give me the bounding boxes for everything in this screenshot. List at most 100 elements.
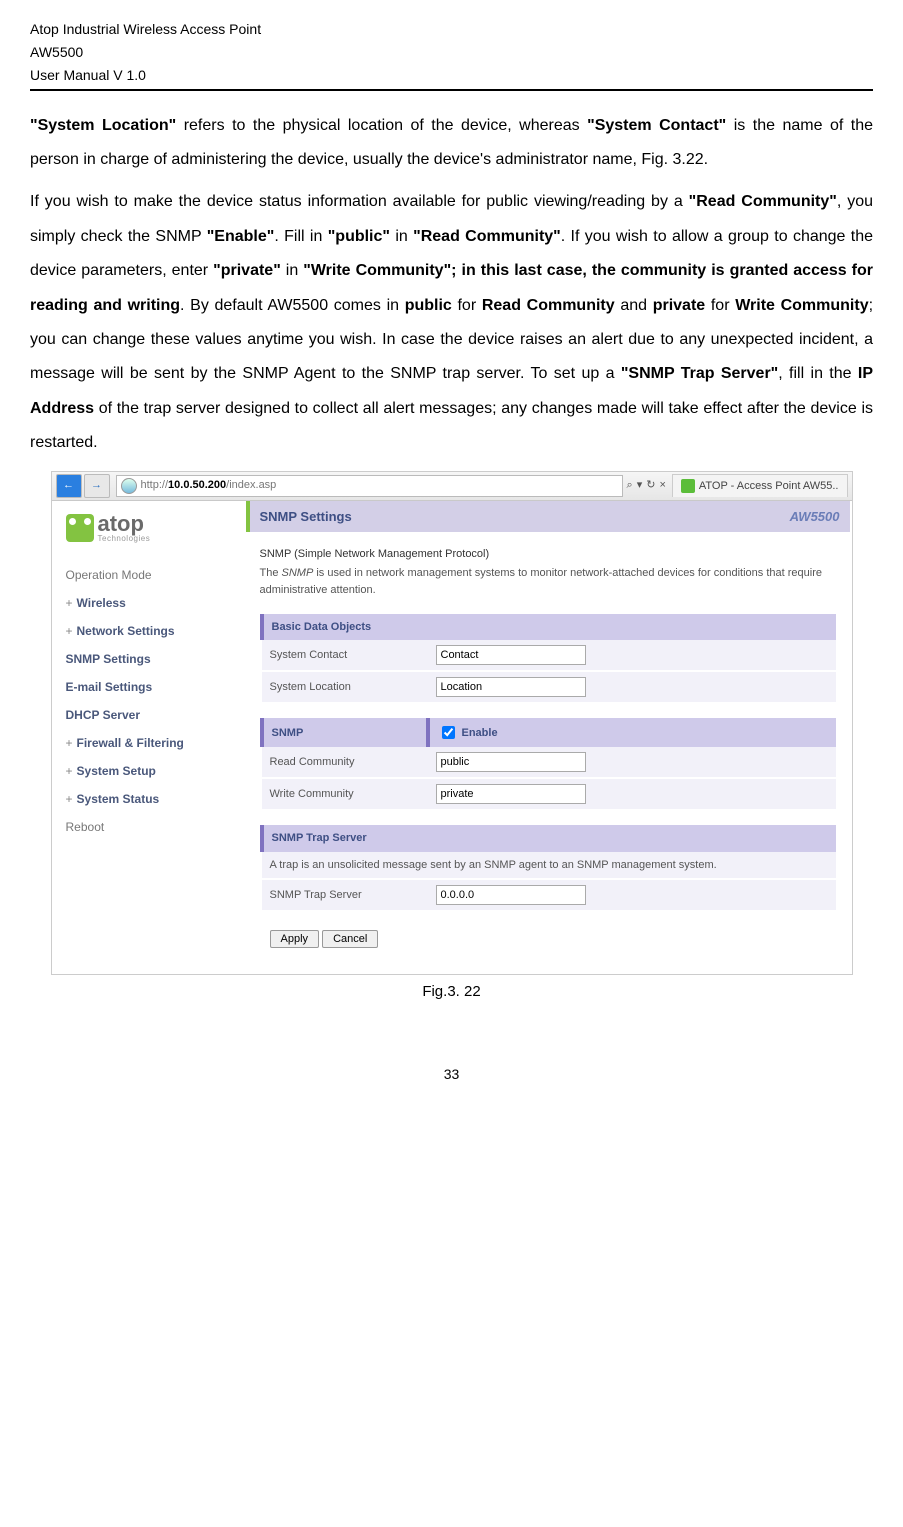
- browser-forward-button[interactable]: →: [84, 474, 110, 498]
- globe-icon: [121, 478, 137, 494]
- p2-t19: for: [705, 297, 735, 314]
- browser-search-controls: ⌕ ▾ ↻ ×: [627, 477, 666, 494]
- url-prefix: http://: [141, 479, 169, 491]
- embedded-screenshot: ← → http://10.0.50.200/index.asp ⌕ ▾ ↻ ×…: [51, 471, 853, 976]
- p2-t1: If you wish to make the device status in…: [30, 193, 689, 210]
- browser-back-button[interactable]: ←: [56, 474, 82, 498]
- p1-t2: refers to the physical location of the d…: [176, 117, 587, 134]
- doc-header-line2: AW5500: [30, 43, 873, 62]
- term-system-contact: "System Contact": [587, 117, 726, 134]
- term-system-location: "System Location": [30, 117, 176, 134]
- p2-t7: in: [390, 228, 413, 245]
- figure-caption: Fig.3. 22: [30, 981, 873, 1004]
- term-read-community-3: Read Community: [482, 297, 615, 314]
- nav-firewall[interactable]: +Firewall & Filtering: [66, 729, 236, 757]
- term-public: "public": [328, 228, 390, 245]
- panel-model: AW5500: [790, 507, 840, 527]
- term-private-2: private: [653, 297, 705, 314]
- term-read-community-2: "Read Community": [413, 228, 561, 245]
- input-write-community[interactable]: [436, 784, 586, 804]
- lbl-system-location: System Location: [262, 671, 428, 703]
- nav-operation-mode[interactable]: Operation Mode: [66, 561, 236, 589]
- term-read-community: "Read Community": [689, 193, 837, 210]
- logo-icon: [66, 514, 94, 542]
- button-row: Apply Cancel: [260, 926, 836, 952]
- tbl1-header: Basic Data Objects: [262, 614, 836, 641]
- term-public-2: public: [405, 297, 452, 314]
- nav-network-label: Network Settings: [77, 624, 175, 638]
- browser-address-bar[interactable]: http://10.0.50.200/index.asp: [116, 475, 623, 497]
- favicon-icon: [681, 479, 695, 493]
- apply-button[interactable]: Apply: [270, 930, 320, 948]
- nav-wireless-label: Wireless: [77, 596, 126, 610]
- browser-toolbar: ← → http://10.0.50.200/index.asp ⌕ ▾ ↻ ×…: [52, 472, 852, 501]
- tbl2-enable-cell: Enable: [428, 718, 836, 747]
- lbl-write-community: Write Community: [262, 778, 428, 810]
- header-rule: [30, 89, 873, 91]
- input-system-location[interactable]: [436, 677, 586, 697]
- lbl-read-community: Read Community: [262, 747, 428, 778]
- body-paragraph-2: If you wish to make the device status in…: [30, 185, 873, 460]
- url-path: /index.asp: [226, 479, 276, 491]
- panel-title-bar: SNMP Settings AW5500: [246, 501, 850, 533]
- p2-t13: . By default AW5500 comes in: [180, 297, 405, 314]
- dropdown-icon[interactable]: ▾: [637, 477, 643, 494]
- logo-sub: Technologies: [98, 535, 151, 543]
- desc-b: is used in network management systems to…: [260, 567, 823, 597]
- lbl-system-contact: System Contact: [262, 640, 428, 671]
- term-enable: "Enable": [207, 228, 275, 245]
- p2-t11: in: [281, 262, 303, 279]
- refresh-icon[interactable]: ↻: [646, 477, 655, 494]
- nav-dhcp-server[interactable]: DHCP Server: [66, 701, 236, 729]
- nav-email-settings[interactable]: E-mail Settings: [66, 673, 236, 701]
- logo-brand: atop: [98, 513, 151, 535]
- panel-title: SNMP Settings: [260, 507, 352, 527]
- nav-system-status[interactable]: +System Status: [66, 785, 236, 813]
- p2-t23: , fill in the: [778, 365, 858, 382]
- desc-a: The: [260, 567, 282, 579]
- body-paragraph-1: "System Location" refers to the physical…: [30, 109, 873, 178]
- logo: atop Technologies: [66, 513, 236, 543]
- p2-t17: and: [615, 297, 653, 314]
- nav-setup-label: System Setup: [77, 764, 156, 778]
- nav-reboot[interactable]: Reboot: [66, 813, 236, 841]
- trap-note: A trap is an unsolicited message sent by…: [262, 852, 836, 880]
- nav-firewall-label: Firewall & Filtering: [77, 736, 184, 750]
- p2-t25: of the trap server designed to collect a…: [30, 400, 873, 451]
- input-system-contact[interactable]: [436, 645, 586, 665]
- tab-title: ATOP - Access Point AW55..: [699, 478, 839, 495]
- browser-tab[interactable]: ATOP - Access Point AW55..: [672, 474, 848, 497]
- page-number: 33: [30, 1064, 873, 1085]
- input-read-community[interactable]: [436, 752, 586, 772]
- desc-i: SNMP: [282, 567, 314, 579]
- nav-list: Operation Mode +Wireless +Network Settin…: [66, 561, 236, 841]
- doc-header-line1: Atop Industrial Wireless Access Point: [30, 20, 873, 39]
- doc-header-line3: User Manual V 1.0: [30, 66, 873, 85]
- nav-status-label: System Status: [77, 792, 160, 806]
- term-write-community: Write Community: [735, 297, 868, 314]
- sidebar: atop Technologies Operation Mode +Wirele…: [52, 501, 246, 975]
- snmp-trap-table: SNMP Trap Server A trap is an unsolicite…: [260, 825, 836, 912]
- p2-t15: for: [452, 297, 482, 314]
- p2-t5: . Fill in: [274, 228, 327, 245]
- url-host: 10.0.50.200: [168, 479, 226, 491]
- input-trap-server[interactable]: [436, 885, 586, 905]
- main-panel: SNMP Settings AW5500 SNMP (Simple Networ…: [246, 501, 852, 975]
- term-private: "private": [213, 262, 281, 279]
- term-snmp-trap-server: "SNMP Trap Server": [621, 365, 778, 382]
- lbl-trap-server: SNMP Trap Server: [262, 879, 428, 911]
- checkbox-snmp-enable[interactable]: [442, 726, 455, 739]
- section-description: The SNMP is used in network management s…: [260, 565, 836, 600]
- snmp-table: SNMP Enable Read Community Wri: [260, 718, 836, 811]
- nav-wireless[interactable]: +Wireless: [66, 589, 236, 617]
- magnifier-icon[interactable]: ⌕: [627, 477, 633, 494]
- section-subtitle: SNMP (Simple Network Management Protocol…: [260, 546, 836, 563]
- nav-network-settings[interactable]: +Network Settings: [66, 617, 236, 645]
- stop-icon[interactable]: ×: [659, 477, 665, 494]
- cancel-button[interactable]: Cancel: [322, 930, 378, 948]
- basic-data-objects-table: Basic Data Objects System Contact System…: [260, 614, 836, 705]
- nav-system-setup[interactable]: +System Setup: [66, 757, 236, 785]
- nav-snmp-settings[interactable]: SNMP Settings: [66, 645, 236, 673]
- url-text: http://10.0.50.200/index.asp: [141, 477, 277, 494]
- tbl3-header: SNMP Trap Server: [262, 825, 836, 852]
